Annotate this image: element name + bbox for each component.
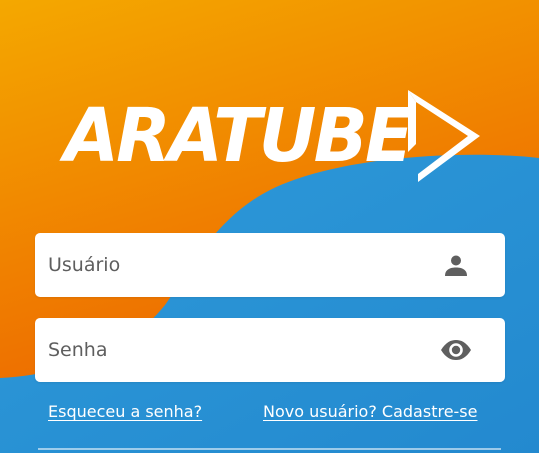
app-logo: ARATUBE: [0, 0, 539, 453]
username-input[interactable]: [48, 233, 428, 297]
password-input[interactable]: [48, 318, 428, 382]
logo-wordmark: ARATUBE: [64, 93, 413, 179]
play-icon: [408, 90, 480, 182]
eye-icon[interactable]: [440, 335, 472, 365]
person-icon: [440, 250, 472, 280]
bottom-divider: [38, 448, 501, 453]
forgot-password-link[interactable]: Esqueceu a senha?: [48, 402, 202, 421]
password-field: [35, 318, 505, 382]
auth-links: Esqueceu a senha? Novo usuário? Cadastre…: [0, 400, 539, 430]
login-screen: ARATUBE Esqueceu a senha? Novo usuário? …: [0, 0, 539, 453]
username-field: [35, 233, 505, 297]
signup-link[interactable]: Novo usuário? Cadastre-se: [263, 402, 477, 421]
